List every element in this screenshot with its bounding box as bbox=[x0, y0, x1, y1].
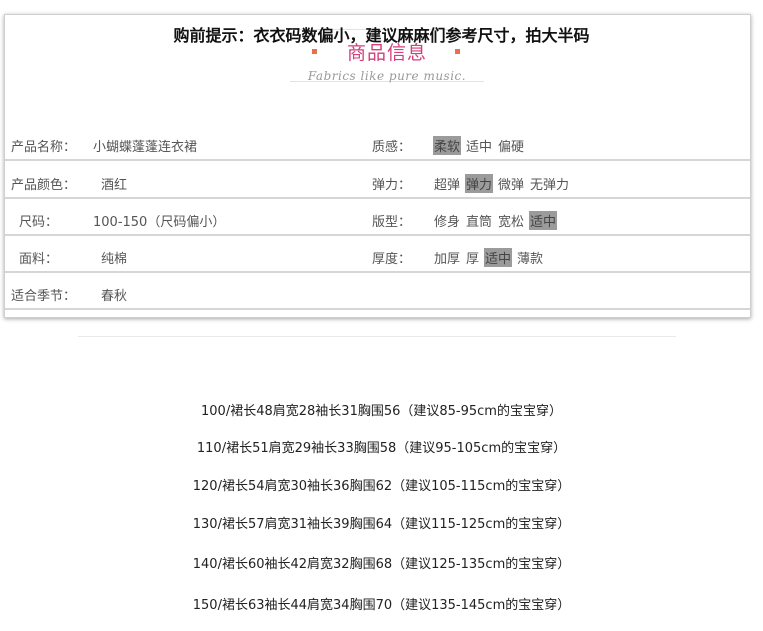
attribute-label: 面料： bbox=[19, 252, 59, 267]
table-row: 尺码： 100-150（尺码偏小） 版型： 修身 直筒 宽松 适中 bbox=[5, 202, 750, 236]
option: 适中 bbox=[466, 140, 493, 155]
size-row: 100/裙长48肩宽28袖长31胸围56（建议85-95cm的宝宝穿） bbox=[201, 404, 562, 419]
option-group: 加厚厚适中 薄款 bbox=[433, 248, 548, 267]
attribute-label: 版型： bbox=[372, 215, 412, 230]
option: 加厚 bbox=[434, 252, 461, 267]
table-row: 面料： 纯棉 厚度： 加厚厚适中 薄款 bbox=[5, 239, 750, 273]
option: 无弹力 bbox=[530, 178, 570, 193]
option: 薄款 bbox=[517, 252, 544, 267]
attribute-label: 弹力： bbox=[372, 178, 412, 193]
size-row: 150/裙长63袖长44肩宽34胸围70（建议135-145cm的宝宝穿） bbox=[192, 598, 571, 613]
page-subtitle: Fabrics like pure music. bbox=[307, 69, 467, 83]
option-group: 超弹 弹力 微弹 无弹力 bbox=[433, 174, 574, 193]
size-row: 130/裙长57肩宽31袖长39胸围64（建议115-125cm的宝宝穿） bbox=[192, 517, 571, 532]
option: 超弹 bbox=[434, 178, 461, 193]
attribute-value: 酒红 bbox=[101, 178, 128, 193]
attribute-label: 尺码： bbox=[19, 215, 59, 230]
attribute-value: 100-150（尺码偏小） bbox=[93, 215, 226, 230]
square-bullet-icon bbox=[455, 49, 460, 54]
attribute-value: 春秋 bbox=[101, 289, 128, 304]
option: 宽松 bbox=[498, 215, 525, 230]
option: 直筒 bbox=[466, 215, 493, 230]
table-row: 产品名称： 小蝴蝶蓬蓬连衣裙 质感： 柔软 适中 偏硬 bbox=[5, 127, 750, 161]
attribute-label: 厚度： bbox=[372, 252, 412, 267]
attribute-label: 质感： bbox=[372, 140, 412, 155]
option: 修身 bbox=[434, 215, 461, 230]
option: 微弹 bbox=[498, 178, 525, 193]
option-group: 柔软 适中 偏硬 bbox=[433, 136, 529, 155]
tips-divider bbox=[78, 336, 676, 337]
table-row: 产品颜色： 酒红 弹力： 超弹 弹力 微弹 无弹力 bbox=[5, 165, 750, 199]
size-row: 140/裙长60袖长42肩宽32胸围68（建议125-135cm的宝宝穿） bbox=[192, 557, 571, 572]
tips-heading: 购前提示：衣衣码数偏小，建议麻麻们参考尺寸，拍大半码 bbox=[173, 26, 590, 45]
attribute-label: 产品颜色： bbox=[11, 178, 77, 193]
attribute-label: 适合季节： bbox=[11, 289, 77, 304]
size-row: 120/裙长54肩宽30袖长36胸围62（建议105-115cm的宝宝穿） bbox=[192, 479, 571, 494]
product-info-panel: 商品信息 Fabrics like pure music. 产品名称： 小蝴蝶蓬蓬… bbox=[4, 14, 751, 318]
option-selected: 适中 bbox=[484, 248, 513, 267]
option: 偏硬 bbox=[498, 140, 525, 155]
option-selected: 适中 bbox=[529, 211, 558, 230]
option-selected: 柔软 bbox=[433, 136, 462, 155]
attribute-value: 小蝴蝶蓬蓬连衣裙 bbox=[93, 140, 198, 155]
attribute-value: 纯棉 bbox=[101, 252, 128, 267]
option-selected: 弹力 bbox=[465, 174, 494, 193]
table-row: 适合季节： 春秋 bbox=[5, 276, 750, 310]
attribute-label: 产品名称： bbox=[11, 140, 77, 155]
option-group: 修身 直筒 宽松 适中 bbox=[433, 211, 561, 230]
size-row: 110/裙长51肩宽29袖长33胸围58（建议95-105cm的宝宝穿） bbox=[196, 441, 567, 456]
option: 厚 bbox=[466, 252, 480, 267]
